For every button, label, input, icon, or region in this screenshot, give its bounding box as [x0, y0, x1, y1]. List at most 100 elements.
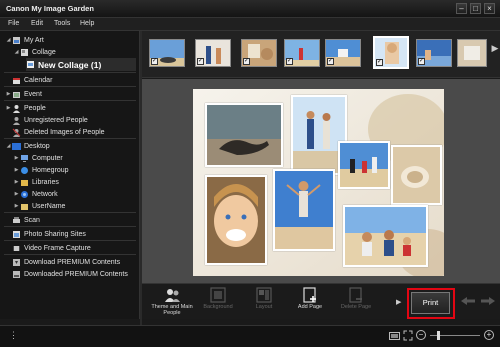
collapsed-arrow-icon[interactable]: ▶: [13, 179, 20, 185]
menu-file[interactable]: File: [8, 20, 19, 27]
expanded-arrow-icon[interactable]: ◢: [5, 37, 12, 43]
sidebar-item-network[interactable]: ▶ Network: [13, 188, 58, 200]
sidebar-item-username[interactable]: ▶ UserName: [13, 200, 65, 212]
thumbnail[interactable]: ✓: [149, 39, 185, 67]
network-icon: [20, 190, 29, 199]
view-icon[interactable]: [389, 331, 400, 341]
checkbox-icon[interactable]: ✓: [243, 58, 250, 65]
thumbnail[interactable]: ✓: [284, 39, 320, 67]
previous-page-icon[interactable]: [459, 296, 477, 306]
background-icon: [209, 287, 227, 303]
sidebar-item-collage[interactable]: ◢ Collage: [13, 46, 56, 58]
menu-help[interactable]: Help: [80, 20, 94, 27]
person-icon: [12, 104, 21, 113]
delete-page-button[interactable]: Delete Page: [334, 287, 378, 319]
computer-icon: [20, 154, 29, 163]
expand-arrow-icon[interactable]: ▶: [396, 298, 401, 306]
unregistered-person-icon: [12, 116, 21, 125]
maximize-button[interactable]: □: [470, 3, 481, 14]
fullscreen-icon[interactable]: [403, 330, 413, 341]
collapsed-arrow-icon[interactable]: ▶: [5, 105, 12, 111]
deleted-person-icon: [12, 128, 21, 137]
sidebar-item-my-art[interactable]: ◢ My Art: [5, 34, 44, 46]
next-page-icon[interactable]: [479, 296, 497, 306]
sidebar-item-photo-sharing[interactable]: Photo Sharing Sites: [12, 228, 86, 240]
sidebar-item-label: Network: [32, 190, 58, 198]
divider: [4, 86, 136, 87]
minimize-button[interactable]: –: [456, 3, 467, 14]
more-options-icon[interactable]: ⋮: [9, 331, 18, 340]
expanded-arrow-icon[interactable]: ◢: [13, 49, 20, 55]
collapsed-arrow-icon[interactable]: ▶: [13, 155, 20, 161]
divider: [4, 240, 136, 241]
photo-sharing-icon: [12, 230, 21, 239]
thumbnail[interactable]: [457, 39, 487, 67]
collage-page[interactable]: [193, 89, 444, 276]
scroll-right-arrow-icon[interactable]: ▶: [491, 43, 499, 63]
download-icon: [12, 258, 21, 267]
thumbnail[interactable]: ✓: [325, 39, 361, 67]
close-button[interactable]: ×: [484, 3, 495, 14]
checkbox-icon[interactable]: ✓: [197, 58, 204, 65]
checkbox-icon[interactable]: ✓: [327, 58, 334, 65]
divider: [4, 226, 136, 227]
desktop-icon: [12, 142, 21, 151]
checkbox-icon[interactable]: ✓: [376, 59, 383, 66]
checkbox-icon[interactable]: ✓: [151, 58, 158, 65]
zoom-out-icon[interactable]: −: [416, 330, 426, 340]
collapsed-arrow-icon[interactable]: ▶: [13, 167, 20, 173]
thumbnail[interactable]: ✓: [195, 39, 231, 67]
collapsed-arrow-icon[interactable]: ▶: [5, 91, 12, 97]
collage-photo-seal[interactable]: [205, 103, 283, 167]
menu-bar: File Edit Tools Help: [0, 18, 500, 31]
menu-edit[interactable]: Edit: [31, 20, 43, 27]
sidebar-item-label: Libraries: [32, 178, 59, 186]
sidebar-item-video-frame[interactable]: Video Frame Capture: [12, 242, 91, 254]
sidebar-item-unregistered-people[interactable]: Unregistered People: [12, 114, 88, 126]
checkbox-icon[interactable]: ✓: [286, 58, 293, 65]
zoom-slider-handle[interactable]: [437, 331, 440, 340]
document-icon: [26, 60, 35, 69]
sidebar-item-label: Computer: [32, 154, 63, 162]
sidebar-item-event[interactable]: ▶ Event: [5, 88, 42, 100]
sidebar-item-label: New Collage (1): [38, 59, 102, 70]
print-button[interactable]: Print: [411, 292, 450, 314]
divider: [4, 138, 136, 139]
expanded-arrow-icon[interactable]: ◢: [5, 143, 12, 149]
sidebar-item-people[interactable]: ▶ People: [5, 102, 46, 114]
collapsed-arrow-icon[interactable]: ▶: [13, 203, 20, 209]
sidebar-item-homegroup[interactable]: ▶ Homegroup: [13, 164, 69, 176]
zoom-in-icon[interactable]: +: [484, 330, 494, 340]
thumbnail[interactable]: ✓: [241, 39, 277, 67]
sidebar-item-label: Photo Sharing Sites: [24, 230, 86, 238]
collage-photo-shells[interactable]: [391, 145, 442, 205]
add-page-button[interactable]: Add Page: [288, 287, 332, 319]
menu-tools[interactable]: Tools: [54, 20, 70, 27]
thumbnail-selected[interactable]: ✓: [373, 36, 409, 69]
downloaded-icon: [12, 270, 21, 279]
checkbox-icon[interactable]: ✓: [418, 58, 425, 65]
sidebar-item-label: Unregistered People: [24, 116, 88, 124]
sidebar-item-downloaded-premium[interactable]: Downloaded PREMIUM Contents: [12, 268, 128, 280]
theme-and-main-people-button[interactable]: Theme and Main People: [150, 287, 194, 319]
scan-icon: [12, 216, 21, 225]
thumbnail[interactable]: ✓: [416, 39, 452, 67]
background-button[interactable]: Background: [196, 287, 240, 319]
collage-photo-smiling-girl[interactable]: [205, 175, 267, 265]
sidebar-item-deleted-images[interactable]: Deleted Images of People: [12, 126, 105, 138]
sidebar-item-scan[interactable]: Scan: [12, 214, 40, 226]
collage-photo-family-sand[interactable]: [343, 205, 428, 267]
sidebar-item-calendar[interactable]: Calendar: [12, 74, 52, 86]
tool-label: Add Page: [297, 304, 323, 310]
sidebar-item-libraries[interactable]: ▶ Libraries: [13, 176, 59, 188]
collapsed-arrow-icon[interactable]: ▶: [13, 191, 20, 197]
layout-button[interactable]: Layout: [242, 287, 286, 319]
libraries-icon: [20, 178, 29, 187]
collage-photo-family-beach[interactable]: [338, 141, 390, 189]
sidebar-item-desktop[interactable]: ◢ Desktop: [5, 140, 50, 152]
sidebar-item-computer[interactable]: ▶ Computer: [13, 152, 63, 164]
sidebar-item-download-premium[interactable]: Download PREMIUM Contents: [12, 256, 120, 268]
tool-label: Theme and Main People: [151, 304, 193, 316]
collage-photo-girl-jumping[interactable]: [273, 169, 335, 251]
sidebar-item-new-collage[interactable]: New Collage (1): [26, 58, 136, 71]
